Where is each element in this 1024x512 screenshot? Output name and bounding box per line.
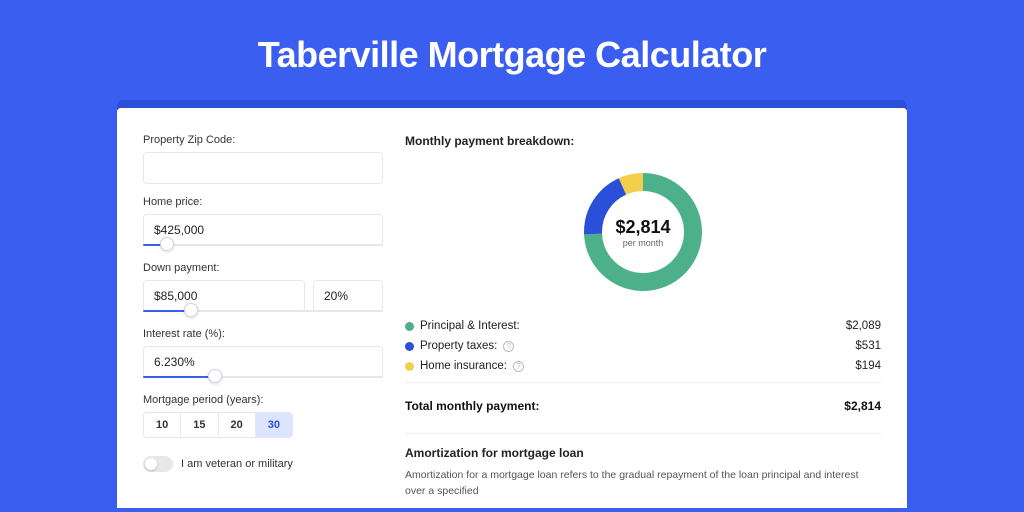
legend-row: Principal & Interest: $2,089 bbox=[405, 320, 881, 332]
total-label: Total monthly payment: bbox=[405, 399, 539, 413]
legend-value: $2,089 bbox=[846, 320, 881, 332]
period-button-15[interactable]: 15 bbox=[181, 413, 218, 437]
home-price-label: Home price: bbox=[143, 196, 383, 208]
legend: Principal & Interest: $2,089 Property taxe… bbox=[405, 320, 881, 383]
zip-label: Property Zip Code: bbox=[143, 134, 383, 146]
down-payment-group: Down payment: bbox=[143, 262, 383, 316]
down-payment-slider[interactable] bbox=[143, 306, 383, 316]
zip-field-group: Property Zip Code: bbox=[143, 134, 383, 184]
info-icon[interactable]: ? bbox=[513, 361, 524, 372]
legend-label: Home insurance: bbox=[420, 360, 507, 372]
slider-thumb[interactable] bbox=[208, 369, 222, 383]
page-title: Taberville Mortgage Calculator bbox=[0, 34, 1024, 76]
amortization-title: Amortization for mortgage loan bbox=[405, 446, 881, 460]
mortgage-period-label: Mortgage period (years): bbox=[143, 394, 383, 406]
legend-row: Home insurance:? $194 bbox=[405, 360, 881, 372]
slider-thumb[interactable] bbox=[160, 237, 174, 251]
legend-label: Principal & Interest: bbox=[420, 320, 520, 332]
veteran-label: I am veteran or military bbox=[181, 458, 293, 470]
hero: Taberville Mortgage Calculator bbox=[0, 0, 1024, 100]
breakdown-title: Monthly payment breakdown: bbox=[405, 134, 881, 148]
home-price-group: Home price: bbox=[143, 196, 383, 250]
donut-subtext: per month bbox=[623, 238, 664, 248]
interest-rate-group: Interest rate (%): bbox=[143, 328, 383, 382]
amortization-body: Amortization for a mortgage loan refers … bbox=[405, 468, 881, 500]
calculator-panel: Property Zip Code: Home price: Down paym… bbox=[117, 108, 907, 508]
donut-amount: $2,814 bbox=[615, 217, 670, 238]
legend-dot bbox=[405, 322, 414, 331]
mortgage-period-group: Mortgage period (years): 10152030 bbox=[143, 394, 383, 438]
period-button-30[interactable]: 30 bbox=[256, 413, 292, 437]
total-row: Total monthly payment: $2,814 bbox=[405, 397, 881, 419]
period-button-10[interactable]: 10 bbox=[144, 413, 181, 437]
donut-chart-area: $2,814 per month bbox=[405, 162, 881, 306]
legend-label: Property taxes: bbox=[420, 340, 497, 352]
info-icon[interactable]: ? bbox=[503, 341, 514, 352]
legend-value: $194 bbox=[855, 360, 881, 372]
legend-value: $531 bbox=[855, 340, 881, 352]
legend-dot bbox=[405, 362, 414, 371]
input-form: Property Zip Code: Home price: Down paym… bbox=[143, 134, 383, 508]
down-payment-label: Down payment: bbox=[143, 262, 383, 274]
donut-chart: $2,814 per month bbox=[579, 168, 707, 296]
breakdown-column: Monthly payment breakdown: $2,814 per mo… bbox=[405, 134, 881, 508]
donut-center: $2,814 per month bbox=[579, 168, 707, 296]
legend-row: Property taxes:? $531 bbox=[405, 340, 881, 352]
slider-thumb[interactable] bbox=[184, 303, 198, 317]
legend-dot bbox=[405, 342, 414, 351]
period-button-20[interactable]: 20 bbox=[219, 413, 256, 437]
home-price-slider[interactable] bbox=[143, 240, 383, 250]
interest-rate-slider[interactable] bbox=[143, 372, 383, 382]
total-value: $2,814 bbox=[844, 399, 881, 413]
interest-rate-label: Interest rate (%): bbox=[143, 328, 383, 340]
panel-outer: Property Zip Code: Home price: Down paym… bbox=[117, 100, 907, 508]
period-button-group: 10152030 bbox=[143, 412, 293, 438]
toggle-knob bbox=[145, 458, 157, 470]
veteran-toggle-row: I am veteran or military bbox=[143, 456, 383, 472]
veteran-toggle[interactable] bbox=[143, 456, 173, 472]
zip-input[interactable] bbox=[143, 152, 383, 184]
amortization-section: Amortization for mortgage loan Amortizat… bbox=[405, 433, 881, 500]
